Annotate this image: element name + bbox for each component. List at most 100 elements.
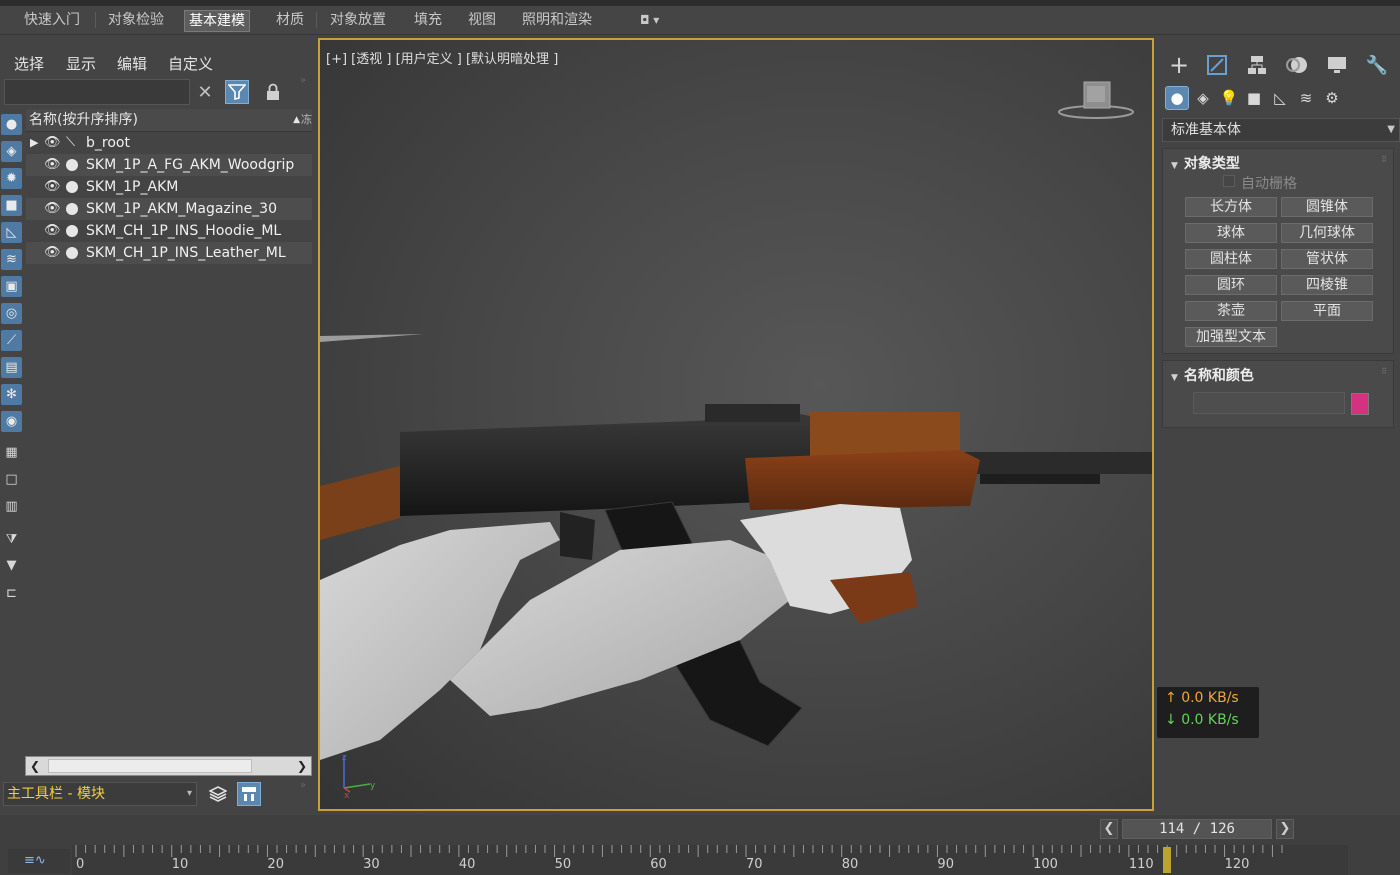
- menu-display[interactable]: 显示: [66, 53, 96, 74]
- filter-toggle-icon[interactable]: [225, 80, 249, 104]
- teapot-button[interactable]: 茶壶: [1185, 301, 1277, 321]
- geosphere-button[interactable]: 几何球体: [1281, 223, 1373, 243]
- xrefs-filter-icon[interactable]: ◎: [1, 303, 22, 324]
- layers-icon[interactable]: [206, 782, 230, 806]
- chevron-down-icon: ▼: [1387, 124, 1395, 135]
- tab-object-placement[interactable]: 对象放置: [326, 10, 390, 30]
- visibility-eye-icon[interactable]: 👁: [44, 220, 62, 242]
- display-none-icon[interactable]: □: [1, 469, 22, 490]
- plane-button[interactable]: 平面: [1281, 301, 1373, 321]
- frame-counter[interactable]: 114 / 126: [1122, 819, 1272, 839]
- filter-options-icon[interactable]: ⧩: [1, 529, 22, 550]
- bones-filter-icon[interactable]: ⟋: [1, 330, 22, 351]
- geometry-filter-icon[interactable]: ●: [1, 114, 22, 135]
- hidden-filter-icon[interactable]: ◉: [1, 411, 22, 432]
- object-type-rollout-header[interactable]: ▼ 对象类型: [1171, 153, 1240, 173]
- menu-select[interactable]: 选择: [14, 53, 44, 74]
- geometry-category-icon[interactable]: ●: [1165, 86, 1189, 110]
- curve-editor-icon[interactable]: ≡∿: [8, 849, 70, 873]
- sphere-button[interactable]: 球体: [1185, 223, 1277, 243]
- scene-explorer-toggle-icon[interactable]: [237, 782, 261, 806]
- tab-basic-modeling[interactable]: 基本建模: [184, 10, 250, 32]
- autogrid-checkbox[interactable]: [1223, 175, 1235, 187]
- funnel-icon[interactable]: ▼: [1, 555, 22, 576]
- text-plus-button[interactable]: 加强型文本: [1185, 327, 1277, 347]
- tree-row-hoodie[interactable]: 👁 SKM_CH_1P_INS_Hoodie_ML: [26, 220, 312, 242]
- explorer-horizontal-scrollbar[interactable]: ❮ ❯: [25, 756, 312, 776]
- panel-expand-icon[interactable]: »: [300, 780, 306, 791]
- shapes-filter-icon[interactable]: ◈: [1, 141, 22, 162]
- helpers-category-icon[interactable]: ◺: [1268, 86, 1292, 110]
- menu-customize[interactable]: 自定义: [168, 53, 213, 74]
- layer-explorer-icon[interactable]: ⊏: [1, 583, 22, 604]
- expand-arrow-icon[interactable]: ▶: [30, 132, 38, 154]
- cameras-category-icon[interactable]: ■: [1242, 86, 1266, 110]
- hierarchy-tab-icon[interactable]: [1240, 50, 1274, 80]
- primitive-category-dropdown[interactable]: 标准基本体 ▼: [1162, 118, 1400, 142]
- ribbon-options-dropdown-icon[interactable]: ◘ ▾: [636, 10, 663, 30]
- scroll-right-icon[interactable]: ❯: [293, 757, 311, 775]
- current-frame-marker[interactable]: [1163, 847, 1172, 873]
- tree-row-leather[interactable]: 👁 SKM_CH_1P_INS_Leather_ML: [26, 242, 312, 264]
- cameras-filter-icon[interactable]: ■: [1, 195, 22, 216]
- visibility-eye-icon[interactable]: 👁: [44, 198, 62, 220]
- helpers-filter-icon[interactable]: ◺: [1, 222, 22, 243]
- frozen-filter-icon[interactable]: ✻: [1, 384, 22, 405]
- column-overflow-icon[interactable]: 冻: [301, 109, 312, 131]
- tab-materials[interactable]: 材质: [272, 10, 308, 30]
- create-tab-icon[interactable]: +: [1162, 50, 1196, 80]
- toolbar-selector-dropdown[interactable]: 主工具栏 - 模块 ▾: [3, 782, 197, 806]
- cone-button[interactable]: 圆锥体: [1281, 197, 1373, 217]
- spacewarps-category-icon[interactable]: ≋: [1294, 86, 1318, 110]
- timeline-track[interactable]: 0 10 20 30 40 50 60 70 80 90 100 110 120: [72, 845, 1348, 875]
- shapes-category-icon[interactable]: ◈: [1191, 86, 1215, 110]
- visibility-eye-icon[interactable]: 👁: [44, 132, 62, 154]
- lights-filter-icon[interactable]: ✹: [1, 168, 22, 189]
- cylinder-button[interactable]: 圆柱体: [1185, 249, 1277, 269]
- tab-quick-start[interactable]: 快速入门: [20, 10, 84, 30]
- tab-view[interactable]: 视图: [464, 10, 500, 30]
- motion-tab-icon[interactable]: [1280, 50, 1314, 80]
- visibility-eye-icon[interactable]: 👁: [44, 242, 62, 264]
- object-color-swatch[interactable]: [1351, 393, 1369, 415]
- visibility-eye-icon[interactable]: 👁: [44, 154, 62, 176]
- menu-edit[interactable]: 编辑: [117, 53, 147, 74]
- display-tab-icon[interactable]: [1320, 50, 1354, 80]
- containers-filter-icon[interactable]: ▤: [1, 357, 22, 378]
- systems-category-icon[interactable]: ⚙: [1320, 86, 1344, 110]
- tree-row-magazine[interactable]: 👁 SKM_1P_AKM_Magazine_30: [26, 198, 312, 220]
- tab-populate[interactable]: 填充: [410, 10, 446, 30]
- scrollbar-thumb[interactable]: [48, 759, 252, 773]
- scene-search-input[interactable]: [4, 79, 190, 105]
- perspective-viewport[interactable]: [+] [透视 ] [用户定义 ] [默认明暗处理 ] z y x: [318, 38, 1154, 811]
- scroll-left-icon[interactable]: ❮: [26, 757, 44, 775]
- tab-lighting-rendering[interactable]: 照明和渲染: [518, 10, 596, 30]
- tree-row-akm[interactable]: 👁 SKM_1P_AKM: [26, 176, 312, 198]
- geometry-icon: [66, 181, 78, 193]
- tree-row-b-root[interactable]: ▶ 👁 ⟍ b_root: [26, 132, 312, 154]
- next-frame-icon[interactable]: ❯: [1276, 819, 1294, 839]
- lock-icon[interactable]: [261, 80, 285, 104]
- panel-expand-icon[interactable]: »: [300, 75, 306, 86]
- clear-search-icon[interactable]: ✕: [193, 80, 217, 104]
- spacewarps-filter-icon[interactable]: ≋: [1, 249, 22, 270]
- box-button[interactable]: 长方体: [1185, 197, 1277, 217]
- tab-object-inspection[interactable]: 对象检验: [104, 10, 168, 30]
- pyramid-button[interactable]: 四棱锥: [1281, 275, 1373, 295]
- tree-column-header[interactable]: 名称(按升序排序) ▲ 冻: [26, 109, 312, 132]
- torus-button[interactable]: 圆环: [1185, 275, 1277, 295]
- utilities-tab-icon[interactable]: 🔧: [1360, 50, 1394, 80]
- modify-tab-icon[interactable]: [1200, 50, 1234, 80]
- name-and-color-rollout-header[interactable]: ▼ 名称和颜色: [1171, 365, 1254, 385]
- previous-frame-icon[interactable]: ❮: [1100, 819, 1118, 839]
- visibility-eye-icon[interactable]: 👁: [44, 176, 62, 198]
- tree-row-woodgrip[interactable]: 👁 SKM_1P_A_FG_AKM_Woodgrip: [26, 154, 312, 176]
- rollout-grip-icon: ⠿: [1381, 367, 1387, 376]
- object-name-field[interactable]: [1193, 392, 1345, 414]
- groups-filter-icon[interactable]: ▣: [1, 276, 22, 297]
- invert-display-icon[interactable]: ▥: [1, 496, 22, 517]
- sort-ascending-icon[interactable]: ▲: [293, 109, 300, 131]
- lights-category-icon[interactable]: 💡: [1217, 86, 1241, 110]
- display-all-icon[interactable]: ▦: [1, 442, 22, 463]
- tube-button[interactable]: 管状体: [1281, 249, 1373, 269]
